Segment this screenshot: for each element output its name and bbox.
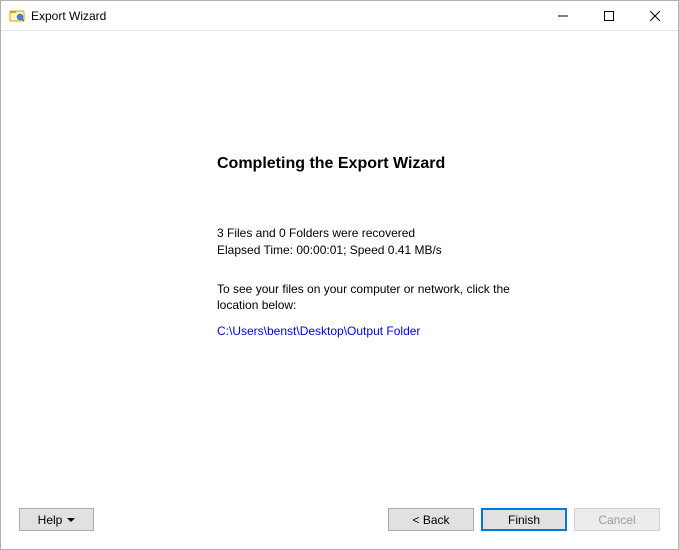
chevron-down-icon [67,518,75,522]
titlebar: Export Wizard [1,1,678,31]
window-title: Export Wizard [31,9,540,23]
help-button[interactable]: Help [19,508,94,531]
back-button-label: < Back [412,513,449,527]
back-button[interactable]: < Back [388,508,474,531]
recovery-summary: 3 Files and 0 Folders were recovered [217,226,415,240]
finish-button-label: Finish [508,513,540,527]
app-icon [9,8,25,24]
cancel-button-label: Cancel [598,513,635,527]
finish-button[interactable]: Finish [481,508,567,531]
wizard-content: Completing the Export Wizard 3 Files and… [1,31,678,502]
elapsed-time-summary: Elapsed Time: 00:00:01; Speed 0.41 MB/s [217,243,442,257]
minimize-button[interactable] [540,1,586,30]
wizard-footer: Help < Back Finish Cancel [1,502,678,549]
close-button[interactable] [632,1,678,30]
maximize-button[interactable] [586,1,632,30]
output-folder-link[interactable]: C:\Users\benst\Desktop\Output Folder [217,324,420,338]
cancel-button: Cancel [574,508,660,531]
window-controls [540,1,678,30]
page-heading: Completing the Export Wizard [217,155,445,173]
help-button-label: Help [38,513,63,527]
instruction-text: To see your files on your computer or ne… [217,281,517,313]
